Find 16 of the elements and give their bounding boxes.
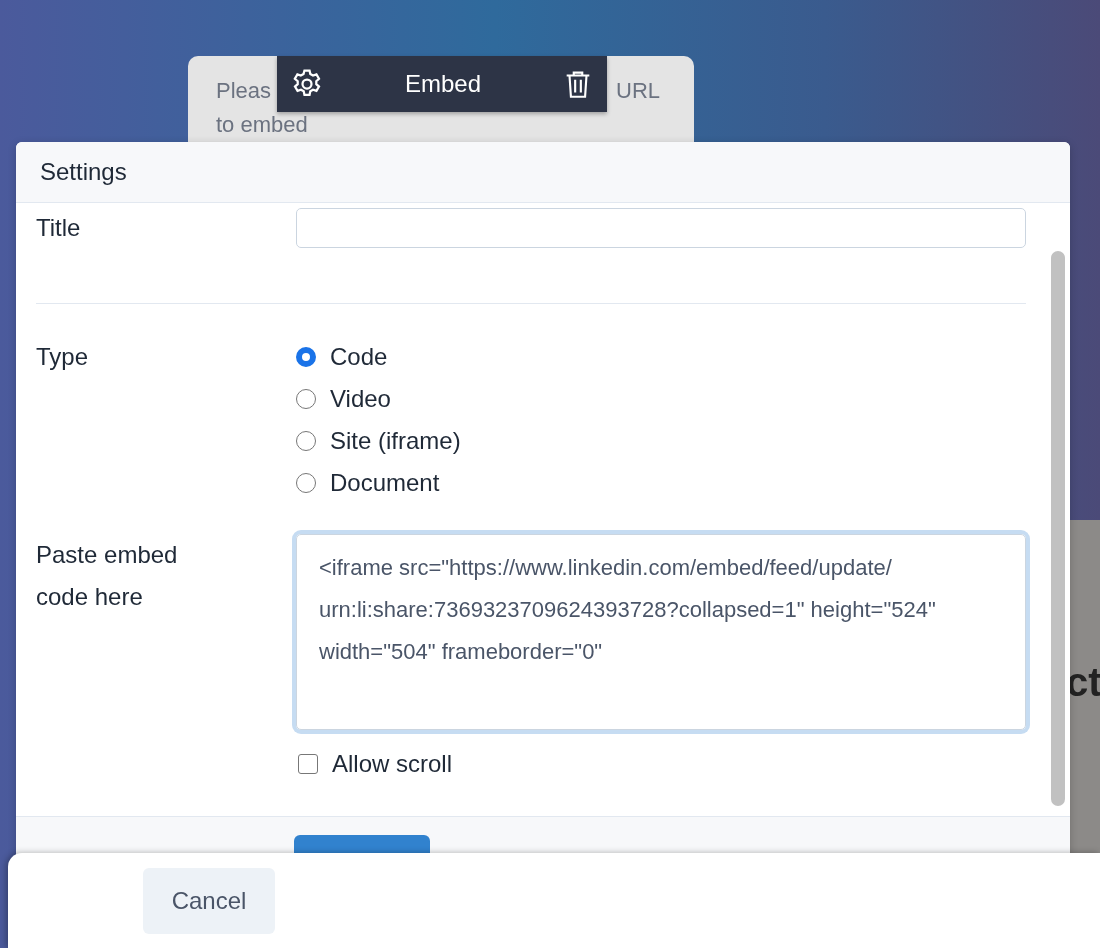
radio-option[interactable]: Code	[296, 336, 461, 378]
field-label: Paste embed code here	[36, 540, 179, 612]
field-label: Type	[36, 342, 90, 372]
placeholder-text: URL	[616, 78, 660, 104]
radio-option[interactable]: Video	[296, 378, 461, 420]
radio-option[interactable]: Document	[296, 462, 461, 504]
toolbar-title: Embed	[404, 70, 481, 98]
scrollbar-thumb[interactable]	[1051, 251, 1065, 806]
placeholder-text: Pleas	[216, 78, 272, 104]
cancel-button[interactable]: Cancel	[143, 868, 275, 934]
radio-option[interactable]: Site (iframe)	[296, 420, 461, 462]
field-label: Title	[36, 213, 82, 243]
allow-scroll-checkbox[interactable]: Allow scroll	[298, 744, 453, 784]
panel-title: Settings	[40, 158, 127, 186]
title-input[interactable]	[296, 208, 1026, 248]
placeholder-text: to embed	[216, 112, 308, 138]
